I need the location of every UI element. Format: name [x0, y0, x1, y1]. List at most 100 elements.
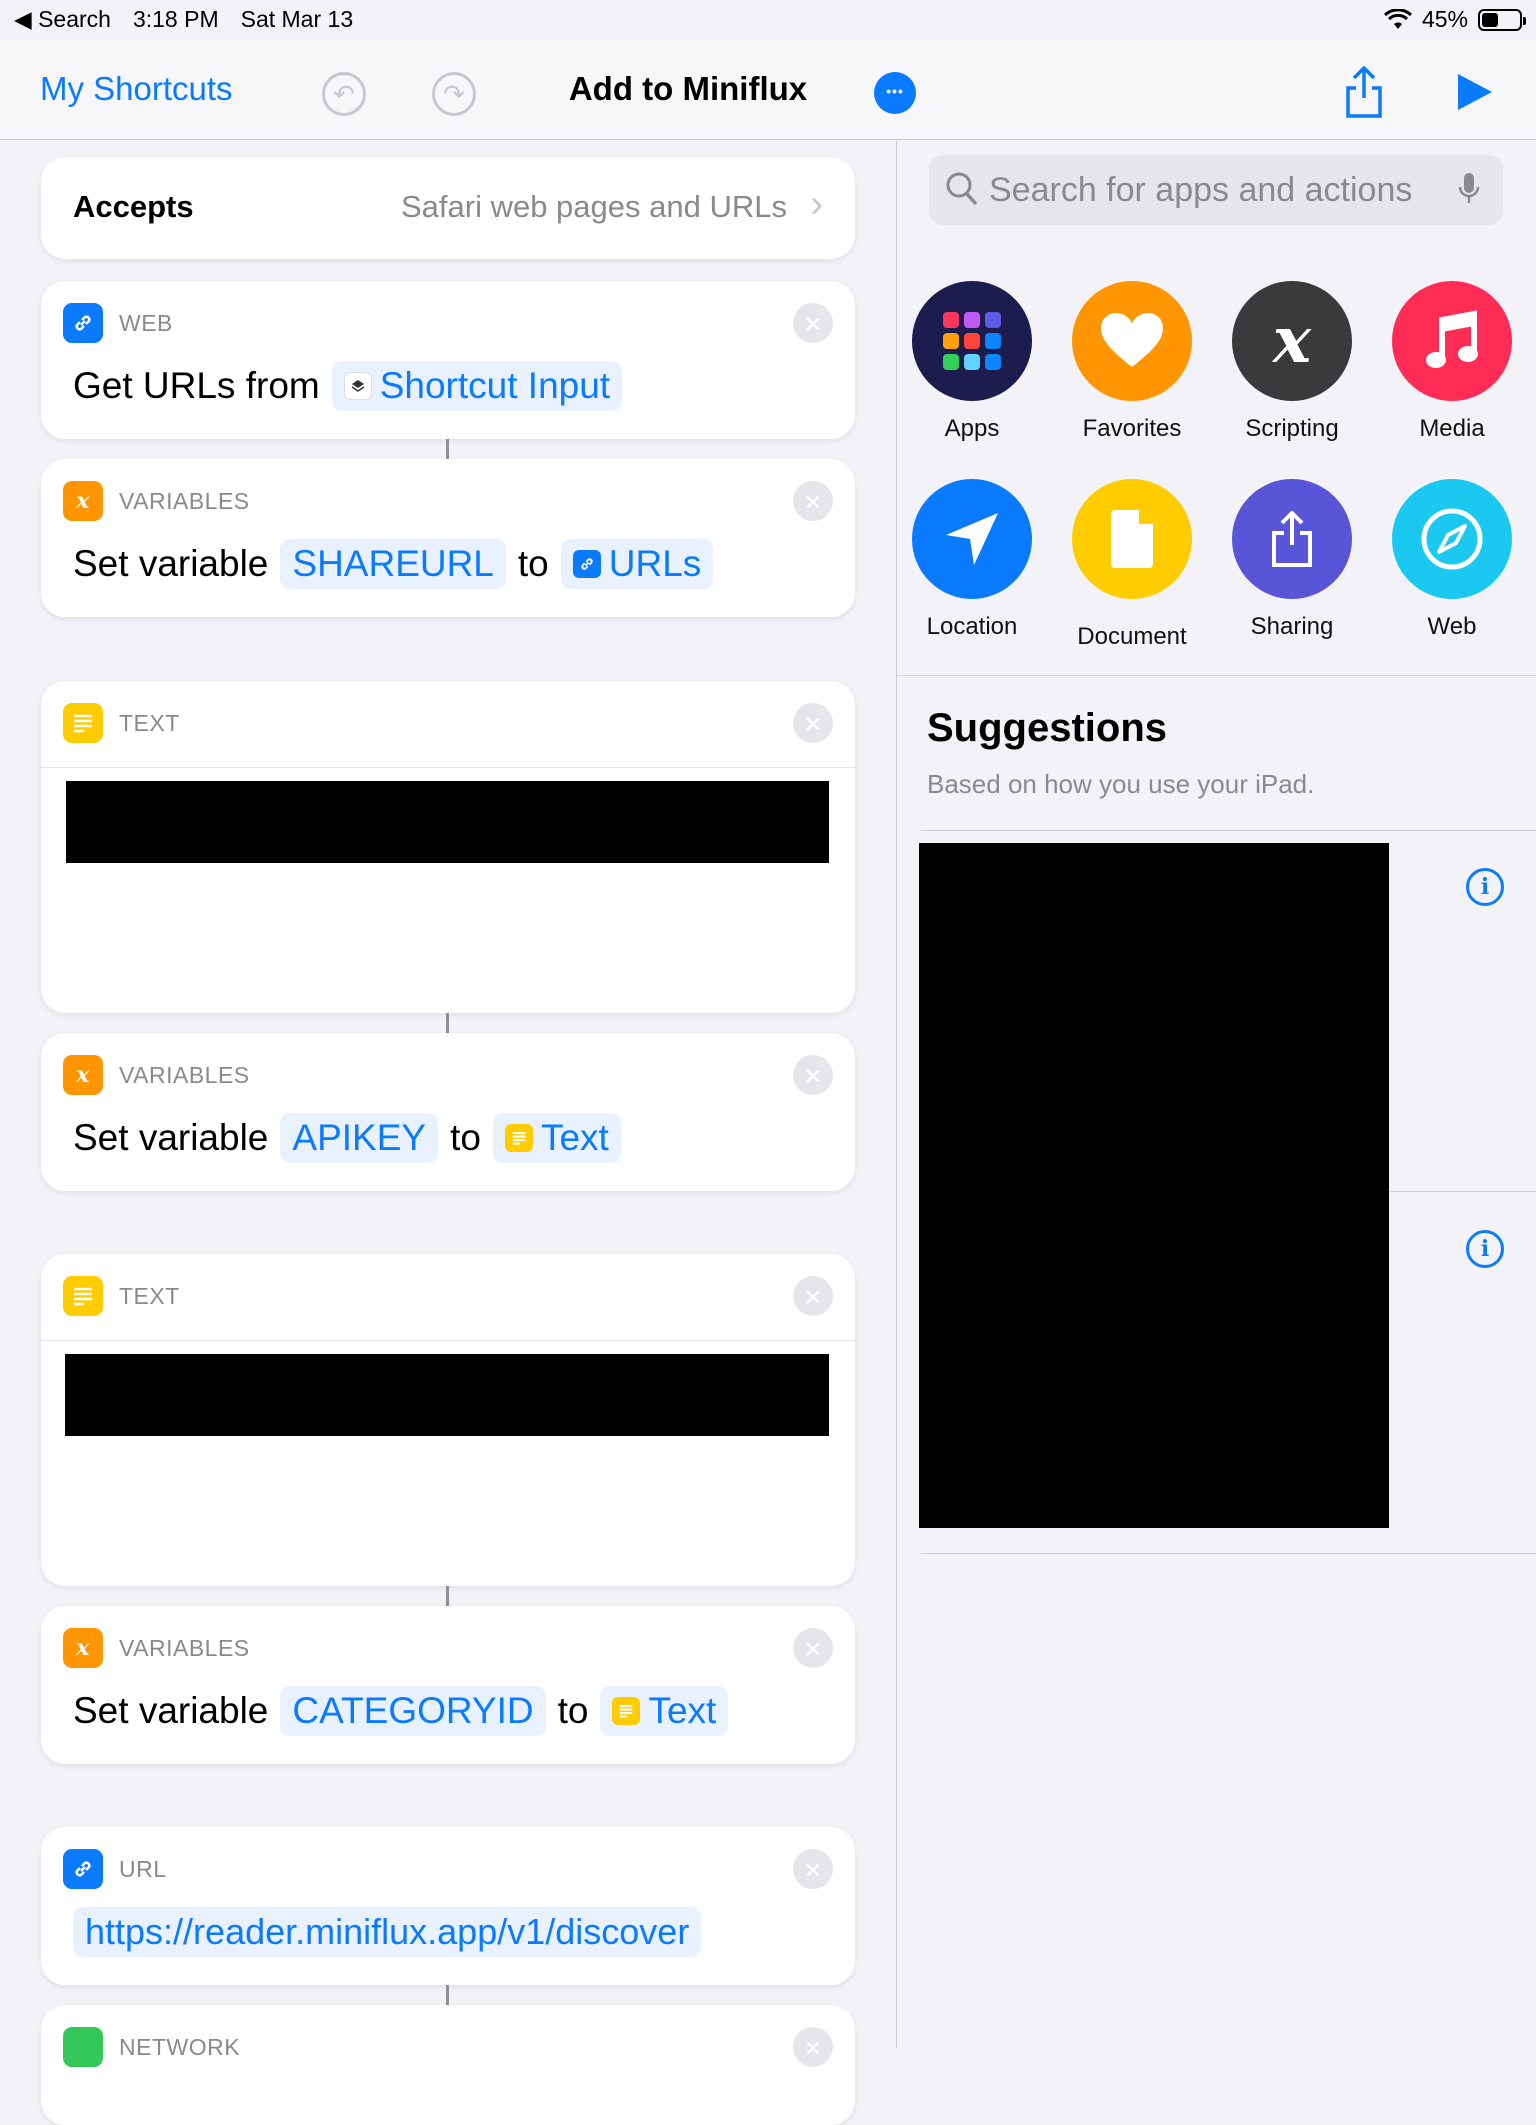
variable-name-token[interactable]: APIKEY: [280, 1113, 439, 1163]
action-text-2[interactable]: TEXT ✕: [41, 1254, 855, 1586]
action-verb: Set variable: [73, 1690, 269, 1731]
navigation-bar: My Shortcuts ↶ ↷ Add to Miniflux •••: [0, 40, 1536, 140]
action-text-1[interactable]: TEXT ✕: [41, 681, 855, 1013]
link-icon: [63, 1849, 103, 1889]
section-divider: [921, 830, 1536, 831]
action-category: VARIABLES: [119, 1061, 250, 1088]
close-icon: ✕: [803, 712, 823, 737]
accepts-value: Safari web pages and URLs: [400, 189, 787, 224]
battery-icon: [1478, 8, 1526, 31]
category-favorites[interactable]: Favorites: [1057, 281, 1207, 443]
close-icon: ✕: [803, 1064, 823, 1089]
token-label: Shortcut Input: [379, 365, 611, 406]
search-input[interactable]: Search for apps and actions: [929, 155, 1503, 225]
category-label: Document: [1077, 623, 1187, 650]
divider: [41, 767, 855, 768]
action-connector: [446, 1985, 449, 2005]
accepts-row[interactable]: Accepts Safari web pages and URLs ›: [41, 157, 855, 259]
category-document[interactable]: Document: [1057, 479, 1207, 651]
close-icon: ✕: [803, 1858, 823, 1883]
chevron-right-icon: ›: [810, 183, 823, 225]
section-divider: [897, 675, 1536, 676]
action-category: TEXT: [119, 1282, 180, 1309]
section-divider: [921, 1553, 1536, 1554]
remove-action-button[interactable]: ✕: [793, 1055, 833, 1095]
action-verb: Set variable: [73, 1117, 269, 1158]
text-token[interactable]: Text: [492, 1113, 621, 1163]
suggestions-subtitle: Based on how you use your iPad.: [927, 769, 1315, 799]
link-icon: [572, 550, 601, 578]
remove-action-button[interactable]: ✕: [793, 1276, 833, 1316]
category-label: Scripting: [1245, 415, 1339, 442]
variable-icon: x: [63, 1055, 103, 1095]
action-library: Search for apps and actions Apps Favorit…: [897, 141, 1536, 2048]
more-icon: •••: [886, 83, 904, 99]
info-icon[interactable]: i: [1466, 1230, 1504, 1268]
apps-grid-icon: [912, 281, 1032, 401]
category-scripting[interactable]: x Scripting: [1217, 281, 1367, 443]
to-label: to: [517, 543, 549, 584]
action-connector: [446, 1586, 449, 1606]
remove-action-button[interactable]: ✕: [793, 1628, 833, 1668]
run-shortcut-play-button[interactable]: [1452, 70, 1496, 114]
category-label: Web: [1427, 613, 1477, 640]
category-sharing[interactable]: Sharing: [1217, 479, 1367, 641]
shortcut-input-token[interactable]: Shortcut Input: [331, 361, 623, 411]
text-token[interactable]: Text: [600, 1686, 729, 1736]
shortcut-title[interactable]: Add to Miniflux: [0, 70, 1456, 108]
action-verb: Set variable: [73, 543, 269, 584]
network-icon: [63, 2027, 103, 2067]
text-icon: [63, 703, 103, 743]
close-icon: ✕: [803, 1637, 823, 1662]
remove-action-button[interactable]: ✕: [793, 1849, 833, 1889]
urls-token[interactable]: URLs: [560, 539, 714, 589]
status-time: 3:18 PM: [132, 6, 219, 32]
action-connector: [446, 1013, 449, 1033]
action-get-urls[interactable]: WEB ✕ Get URLs from Shortcut Input: [41, 281, 855, 439]
token-label: URLs: [608, 543, 702, 584]
action-category: TEXT: [119, 709, 180, 736]
remove-action-button[interactable]: ✕: [793, 481, 833, 521]
redacted-text-field[interactable]: [66, 781, 829, 863]
info-icon[interactable]: i: [1466, 868, 1504, 906]
remove-action-button[interactable]: ✕: [793, 2027, 833, 2067]
scripting-x-icon: x: [1232, 281, 1352, 401]
category-apps[interactable]: Apps: [897, 281, 1047, 443]
workflow-editor[interactable]: Accepts Safari web pages and URLs › WEB …: [0, 141, 896, 2125]
category-media[interactable]: Media: [1377, 281, 1527, 443]
token-label: Text: [648, 1690, 717, 1731]
action-set-variable-categoryid[interactable]: x VARIABLES ✕ Set variable CATEGORYID to…: [41, 1606, 855, 1764]
variable-icon: x: [63, 1628, 103, 1668]
remove-action-button[interactable]: ✕: [793, 303, 833, 343]
heart-icon: [1072, 281, 1192, 401]
action-set-variable-shareurl[interactable]: x VARIABLES ✕ Set variable SHAREURL to U…: [41, 459, 855, 617]
location-arrow-icon: [912, 479, 1032, 599]
url-field[interactable]: https://reader.miniflux.app/v1/discover: [73, 1907, 702, 1957]
close-icon: ✕: [803, 1285, 823, 1310]
remove-action-button[interactable]: ✕: [793, 703, 833, 743]
shortcut-details-button[interactable]: •••: [874, 72, 916, 114]
document-icon: [1072, 479, 1192, 599]
action-set-variable-apikey[interactable]: x VARIABLES ✕ Set variable APIKEY to Tex…: [41, 1033, 855, 1191]
share-button[interactable]: [1340, 62, 1388, 122]
back-to-app-link[interactable]: ◀ Search: [14, 6, 111, 33]
action-url[interactable]: URL ✕ https://reader.miniflux.app/v1/dis…: [41, 1827, 855, 1985]
redacted-suggestions[interactable]: [919, 843, 1389, 1528]
microphone-icon[interactable]: [1457, 171, 1481, 209]
variable-icon: x: [63, 481, 103, 521]
action-verb: Get URLs from: [73, 365, 320, 406]
link-icon: [63, 303, 103, 343]
to-label: to: [557, 1690, 589, 1731]
action-network[interactable]: NETWORK ✕: [41, 2005, 855, 2125]
divider: [41, 1340, 855, 1341]
category-web[interactable]: Web: [1377, 479, 1527, 641]
category-label: Sharing: [1250, 613, 1334, 640]
category-label: Apps: [944, 415, 1000, 442]
action-category: URL: [119, 1855, 167, 1882]
variable-name-token[interactable]: CATEGORYID: [280, 1686, 546, 1736]
action-category: NETWORK: [119, 2033, 241, 2060]
variable-name-token[interactable]: SHAREURL: [280, 539, 506, 589]
category-location[interactable]: Location: [897, 479, 1047, 641]
shortcuts-icon: [343, 372, 372, 400]
redacted-text-field[interactable]: [65, 1354, 829, 1436]
